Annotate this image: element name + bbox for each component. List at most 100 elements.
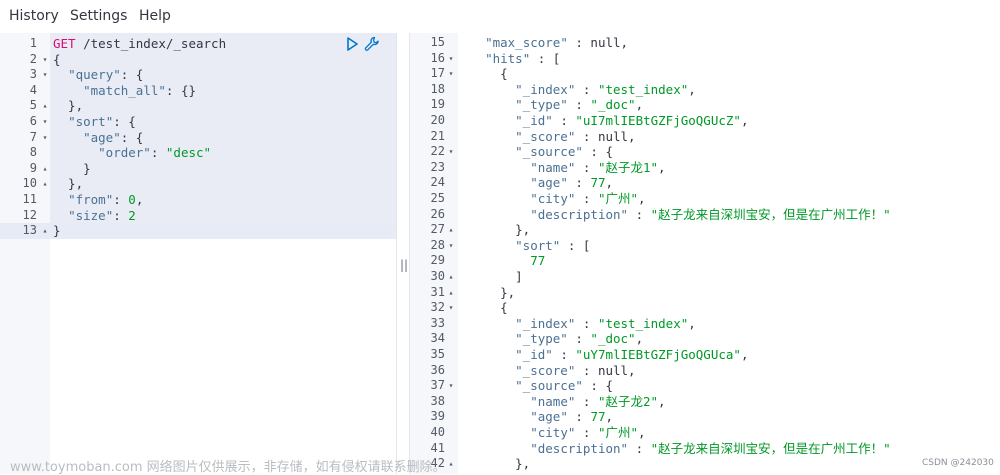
code-text: "hits" : [ [485, 50, 561, 66]
response-line: 31 ▴ }, [410, 285, 1000, 301]
fold-toggle-icon[interactable]: ▴ [446, 285, 456, 301]
request-line: 11 "from": 0, [0, 192, 396, 208]
response-line: 26 "description" : "赵子龙来自深圳宝安，但是在广州工作！" [410, 207, 1000, 223]
code-text: 77 [530, 253, 546, 269]
response-line: 21 "_score" : null, [410, 129, 1000, 145]
fold-toggle-icon[interactable]: ▾ [446, 144, 456, 160]
response-line: 41 "description" : "赵子龙来自深圳宝安，但是在广州工作！" [410, 441, 1000, 457]
line-number: 8 [29, 145, 37, 160]
request-line: 4 "match_all": {} [0, 83, 396, 99]
line-number: 7 [29, 129, 37, 144]
fold-toggle-icon[interactable]: ▾ [446, 378, 456, 394]
line-number: 12 [22, 207, 37, 222]
line-number: 35 [430, 347, 445, 361]
fold-toggle-icon[interactable]: ▾ [40, 67, 50, 83]
response-line: 28 ▾ "sort" : [ [410, 238, 1000, 254]
line-number: 36 [430, 362, 445, 377]
request-line: 7 ▾ "age": { [0, 130, 396, 146]
response-line: 37 ▾ "_source" : { [410, 378, 1000, 394]
line-number: 16 [430, 50, 445, 65]
code-text: "_score" : null, [515, 362, 636, 378]
fold-toggle-icon[interactable]: ▾ [40, 52, 50, 68]
csdn-tag: CSDN @242030 [922, 458, 994, 468]
response-line: 40 "city" : "广州", [410, 425, 1000, 441]
line-number: 33 [430, 315, 445, 330]
menu-bar: History Settings Help [0, 0, 1000, 33]
resizer-handle[interactable]: || [399, 258, 409, 272]
line-number: 29 [430, 253, 445, 268]
fold-toggle-icon[interactable]: ▾ [446, 300, 456, 316]
menu-history[interactable]: History [9, 7, 59, 25]
code-text: "_index" : "test_index", [515, 81, 696, 97]
code-text: "name" : "赵子龙2", [530, 393, 666, 409]
line-number: 40 [430, 425, 445, 439]
request-line: 10 ▴ }, [0, 176, 396, 192]
response-line: 29 77 [410, 253, 1000, 269]
fold-toggle-icon[interactable]: ▴ [446, 269, 456, 285]
fold-toggle-icon[interactable]: ▴ [40, 98, 50, 114]
code-text: "_id" : "uY7mlIEBtGZFjGoQGUca", [515, 347, 749, 362]
request-line: 2 ▾{ [0, 52, 396, 68]
response-line: 33 "_index" : "test_index", [410, 316, 1000, 332]
response-line: 36 "_score" : null, [410, 363, 1000, 379]
fold-toggle-icon[interactable]: ▾ [446, 238, 456, 254]
menu-help[interactable]: Help [139, 7, 171, 25]
fold-toggle-icon[interactable]: ▴ [446, 222, 456, 238]
code-text: { [470, 66, 508, 82]
code-text: "city" : "广州", [530, 425, 646, 440]
code-text: "_type" : "_doc", [515, 97, 644, 113]
response-line: 18 "_index" : "test_index", [410, 82, 1000, 98]
fold-toggle-icon[interactable]: ▾ [40, 114, 50, 130]
response-line: 35 "_id" : "uY7mlIEBtGZFjGoQGUca", [410, 347, 1000, 363]
response-viewer[interactable]: 15 "max_score" : null, 16 ▾ "hits" : [17 ▾ … [410, 33, 1000, 474]
line-number: 30 [430, 269, 445, 283]
line-number: 15 [430, 35, 445, 49]
response-line: 30 ▴ ] [410, 269, 1000, 285]
response-line: 25 "city" : "广州", [410, 191, 1000, 207]
line-number: 38 [430, 393, 445, 408]
request-editor[interactable]: 1 GET /test_index/_search 2 ▾{3 ▾ "query": {… [0, 33, 396, 474]
line-number: 21 [430, 128, 445, 143]
fold-toggle-icon[interactable]: ▴ [40, 161, 50, 177]
fold-toggle-icon[interactable]: ▴ [40, 223, 50, 239]
code-text: }, [470, 222, 531, 238]
code-text: "age": { [83, 129, 144, 145]
response-line: 22 ▾ "_source" : { [410, 144, 1000, 160]
response-line: 38 "name" : "赵子龙2", [410, 394, 1000, 410]
request-line: 1 GET /test_index/_search [0, 36, 396, 52]
fold-toggle-icon[interactable]: ▾ [40, 130, 50, 146]
fold-toggle-icon[interactable]: ▾ [446, 66, 456, 82]
code-text: }, [53, 176, 84, 192]
code-text: ] [470, 269, 523, 284]
line-number: 20 [430, 113, 445, 127]
request-line: 6 ▾ "sort": { [0, 114, 396, 130]
line-number: 23 [430, 159, 445, 174]
response-line: 19 "_type" : "_doc", [410, 97, 1000, 113]
line-number: 11 [22, 192, 37, 206]
line-number: 24 [430, 175, 445, 190]
response-line: 16 ▾ "hits" : [ [410, 51, 1000, 67]
response-line: 32 ▾ { [410, 300, 1000, 316]
line-number: 5 [29, 98, 37, 113]
play-icon[interactable] [346, 37, 359, 51]
wrench-icon[interactable] [364, 36, 380, 52]
line-number: 37 [430, 378, 445, 393]
pane-resizer[interactable]: || [396, 33, 410, 474]
code-text: "_index" : "test_index", [515, 315, 696, 331]
response-line: 27 ▴ }, [410, 222, 1000, 238]
code-text: { [53, 51, 61, 67]
code-text: "sort": { [68, 114, 136, 129]
response-line: 42 ▴ }, [410, 456, 1000, 472]
response-line: 24 "age" : 77, [410, 175, 1000, 191]
request-actions [346, 36, 386, 52]
request-line: 9 ▴ } [0, 161, 396, 177]
request-line: 8 "order": "desc" [0, 145, 396, 161]
response-line: 15 "max_score" : null, [410, 35, 1000, 51]
line-number: 34 [430, 331, 445, 346]
code-text: "_id" : "uI7mlIEBtGZFjGoQGUcZ", [515, 113, 749, 128]
menu-settings[interactable]: Settings [70, 7, 127, 25]
fold-toggle-icon[interactable]: ▴ [40, 176, 50, 192]
fold-toggle-icon[interactable]: ▾ [446, 51, 456, 67]
fold-toggle-icon[interactable]: ▴ [446, 456, 456, 472]
code-text: "description" : "赵子龙来自深圳宝安，但是在广州工作！" [530, 440, 891, 456]
